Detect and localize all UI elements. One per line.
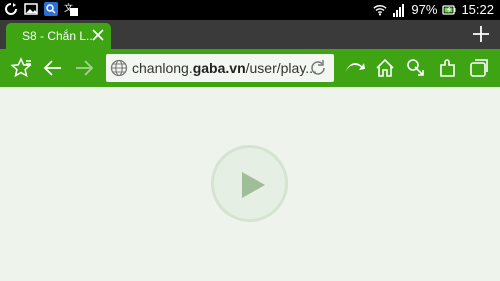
tab-active[interactable]: S8 - Chắn L... [6,23,111,49]
signal-icon [393,4,405,17]
search-app-icon [44,2,58,16]
forward-arrow-icon[interactable] [73,57,95,79]
close-icon[interactable] [90,27,106,43]
url-bar[interactable]: chanlong.gaba.vn/user/play... [106,54,334,82]
clock: 15:22 [461,2,494,17]
wifi-icon [373,5,388,16]
status-bar: 文 97% 15:22 [0,0,500,20]
reload-icon[interactable] [309,59,327,77]
tab-title: S8 - Chắn L... [22,29,97,43]
sync-icon [5,3,17,15]
url-path: /user/play... [245,60,317,76]
system-status: 97% 15:22 [373,2,494,18]
url-domain-prefix: chanlong. [132,60,193,76]
new-tab-icon[interactable] [472,25,490,43]
image-icon [24,3,38,15]
bookmark-star-icon[interactable] [10,57,32,79]
browser-toolbar: chanlong.gaba.vn/user/play... [0,49,500,87]
notification-icons: 文 [4,2,78,16]
battery-percent: 97% [411,2,438,17]
play-icon [242,172,265,198]
battery-charging-icon [442,5,456,15]
url-domain: gaba.vn [192,60,246,76]
translate-icon: 文 [64,2,78,16]
url-text: chanlong.gaba.vn/user/play... [132,60,317,76]
swipe-gesture-icon[interactable] [343,57,365,79]
tabs-switcher-icon[interactable] [468,57,490,79]
globe-icon [110,59,128,77]
home-icon[interactable] [374,57,396,79]
play-button[interactable] [211,145,288,222]
extensions-icon[interactable] [437,57,459,79]
touch-gesture-icon[interactable] [405,57,427,79]
page-content [0,87,500,281]
tab-strip: S8 - Chắn L... [0,20,500,49]
back-arrow-icon[interactable] [42,57,64,79]
